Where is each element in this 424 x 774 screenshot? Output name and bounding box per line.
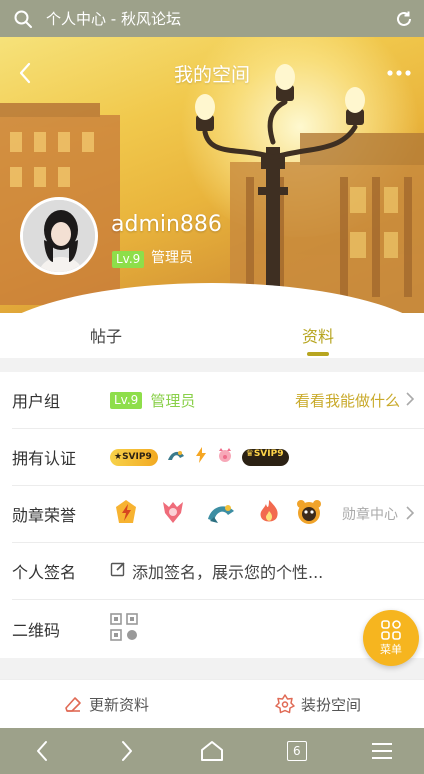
role-text: 管理员 — [151, 250, 193, 266]
page-title[interactable]: 个人中心 - 秋风论坛 — [46, 8, 384, 29]
decorate-space-label: 装扮空间 — [300, 695, 361, 714]
tab-posts[interactable]: 帖子 — [0, 313, 212, 358]
medal-bear-icon — [296, 499, 322, 529]
medal-lightning-icon — [114, 499, 138, 529]
search-icon[interactable] — [0, 9, 46, 29]
tab-profile[interactable]: 资料 — [212, 313, 424, 358]
signature-label: 个人签名 — [12, 563, 77, 582]
user-group-label: 用户组 — [12, 392, 61, 411]
menu-fab[interactable]: 菜单 — [363, 610, 419, 666]
edit-icon — [110, 561, 126, 581]
tab-posts-label: 帖子 — [89, 327, 122, 346]
profile-actions: 更新资料 装扮空间 — [0, 679, 424, 728]
certs-label: 拥有认证 — [12, 449, 77, 468]
signature-text: 添加签名，展示您的个性... — [132, 563, 324, 582]
svip-badge-text: SVIP9 — [122, 452, 152, 462]
menu-fab-label: 菜单 — [380, 642, 402, 656]
group-level-badge: Lv.9 — [110, 391, 143, 409]
pig-icon — [216, 447, 234, 467]
medals-label: 勋章荣誉 — [12, 506, 77, 525]
update-profile-button[interactable]: 更新资料 — [0, 680, 212, 728]
medal-center-link[interactable]: 勋章中心 — [342, 504, 398, 524]
active-tab-indicator — [307, 352, 329, 356]
nav-menu-icon[interactable] — [339, 742, 424, 760]
hero-title: 我的空间 — [173, 63, 250, 86]
avatar[interactable] — [20, 197, 98, 275]
flower-icon — [275, 694, 295, 714]
group-role: 管理员 — [150, 391, 196, 410]
level-text: Lv.9 — [112, 251, 145, 268]
permissions-link[interactable]: 看看我能做什么 — [295, 390, 400, 411]
back-icon[interactable] — [0, 62, 50, 84]
qrcode-icon[interactable] — [110, 612, 138, 645]
eraser-icon — [65, 697, 81, 712]
row-signature[interactable]: 个人签名 添加签名，展示您的个性... — [12, 543, 424, 600]
svip-dark-badge: ♛SVIP9 — [241, 448, 290, 466]
row-certifications: 拥有认证 ★ SVIP9 ♛SVIP9 — [12, 429, 424, 486]
reload-icon[interactable] — [384, 9, 424, 29]
profile-tabs: 帖子 资料 — [0, 313, 424, 358]
qrcode-label: 二维码 — [12, 620, 61, 640]
hero-nav: 我的空间 — [0, 37, 424, 109]
row-medals[interactable]: 勋章荣誉 勋章中心 — [12, 486, 424, 543]
row-user-group[interactable]: 用户组 Lv.9 管理员 看看我能做什么 — [12, 372, 424, 429]
medal-dragon-icon — [206, 499, 236, 529]
medal-pig-icon — [160, 499, 186, 529]
browser-bottom-nav: 6 — [0, 728, 424, 774]
chevron-right-icon — [406, 391, 415, 410]
username: admin886 — [111, 212, 222, 237]
profile-hero: 我的空间 admin886 Lv.9 管理员 — [0, 37, 424, 313]
grid-icon — [381, 619, 401, 640]
nav-tabs-button[interactable]: 6 — [254, 741, 339, 761]
nav-forward-icon[interactable] — [85, 740, 170, 762]
more-icon[interactable] — [374, 70, 424, 76]
level-badge: Lv.9 — [112, 248, 145, 268]
svip-badge: ★ SVIP9 — [110, 448, 158, 466]
nav-back-icon[interactable] — [0, 740, 85, 762]
medal-flame-icon — [258, 499, 280, 529]
chevron-right-icon — [406, 505, 415, 524]
browser-address-bar[interactable]: 个人中心 - 秋风论坛 — [0, 0, 424, 37]
decorate-space-button[interactable]: 装扮空间 — [212, 680, 424, 728]
dragon-icon — [166, 446, 186, 468]
update-profile-label: 更新资料 — [88, 695, 149, 714]
lightning-icon — [194, 447, 208, 467]
profile-info-list: 用户组 Lv.9 管理员 看看我能做什么 拥有认证 ★ SVIP9 ♛SVIP9 … — [0, 372, 424, 658]
tab-count: 6 — [286, 741, 307, 761]
nav-home-icon[interactable] — [170, 740, 255, 762]
tab-profile-label: 资料 — [301, 327, 334, 346]
svip-dark-badge-text: SVIP9 — [253, 448, 284, 459]
row-qrcode[interactable]: 二维码 — [12, 600, 424, 657]
